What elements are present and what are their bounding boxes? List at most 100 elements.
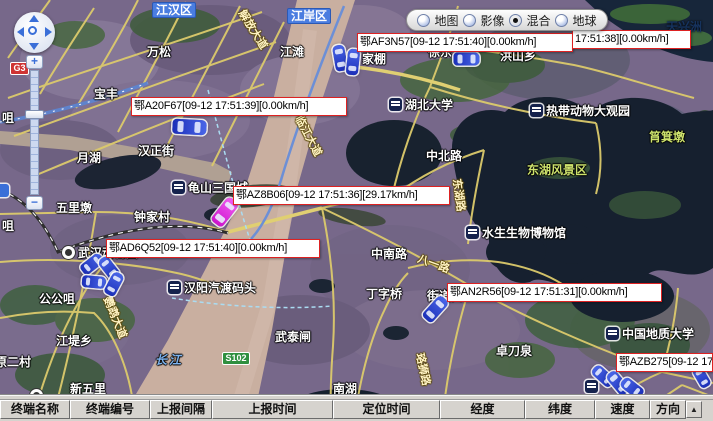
vehicle-marker-ad6q52-c[interactable] [82, 275, 107, 289]
layer-option-label: 地图 [434, 12, 458, 29]
map-label-汉正街: 汉正街 [138, 145, 174, 158]
map-label-江堤乡: 江堤乡 [56, 335, 92, 348]
vehicle-label-a20f67[interactable]: 鄂A20F67[09-12 17:51:39][0.00km/h] [131, 97, 347, 116]
map-label-江汉区: 江汉区 [152, 2, 196, 18]
map-label-text: 丁字桥 [366, 287, 402, 301]
map-label-text: 宝丰 [94, 87, 118, 101]
map-label-text: 咀 [2, 111, 14, 125]
map-label-长江: 长江 [155, 354, 183, 367]
map-label-text: 中北路 [426, 149, 462, 163]
map-label-五里墩: 五里墩 [56, 202, 92, 215]
vehicle-label-an2r56[interactable]: 鄂AN2R56[09-12 17:51:31][0.00km/h] [447, 283, 662, 302]
scenic-icon [172, 181, 185, 194]
map-label-text: 汉阳汽渡码头 [184, 281, 256, 295]
road-shield-S102: S102 [222, 352, 250, 365]
map-label-钟家村: 钟家村 [134, 211, 170, 224]
radio-icon[interactable] [463, 14, 476, 27]
column-header-终端编号[interactable]: 终端编号 [70, 400, 150, 419]
table-header-row: 终端名称终端编号上报间隔上报时间定位时间经度纬度速度方向▲ [0, 400, 713, 419]
map-label-中南路: 中南路 [371, 248, 407, 261]
map-label-筲箕墩: 筲箕墩 [649, 131, 685, 144]
layer-option-地图[interactable]: 地图 [417, 12, 458, 29]
vehicle-table-bar: 终端名称终端编号上报间隔上报时间定位时间经度纬度速度方向▲ [0, 394, 713, 421]
vehicle-label-azb275[interactable]: 鄂AZB275[09-12 17:5 [616, 353, 713, 372]
map-label-东湖风景区: 东湖风景区 [527, 164, 587, 177]
radio-icon[interactable] [555, 14, 568, 27]
map-label-text: 水生生物博物馆 [482, 226, 566, 240]
map-label-building [585, 380, 601, 394]
column-header-上报时间[interactable]: 上报时间 [212, 400, 333, 419]
radio-icon[interactable] [417, 14, 430, 27]
vehicle-label-clipped-top-right[interactable]: 17:51:38][0.00km/h] [572, 30, 691, 49]
map-label-text: 江堤乡 [56, 334, 92, 348]
vehicle-marker-xudong[interactable] [454, 53, 480, 66]
map-label-江滩: 江滩 [280, 46, 304, 59]
map-label-卓刀泉: 卓刀泉 [496, 345, 532, 358]
map-label-武泰闸: 武泰闸 [275, 331, 311, 344]
map-label-公公咀: 公公咀 [39, 293, 75, 306]
zoom-out-button[interactable]: − [26, 196, 43, 210]
column-header-经度[interactable]: 经度 [440, 400, 525, 419]
vehicle-marker-a20f67[interactable] [172, 119, 207, 136]
table-scroll-up-button[interactable]: ▲ [686, 401, 702, 418]
museum-icon [466, 226, 479, 239]
map-label-水生生物博物馆: 水生生物博物馆 [466, 226, 566, 240]
layer-option-影像[interactable]: 影像 [463, 12, 504, 29]
layer-option-混合[interactable]: 混合 [509, 12, 550, 29]
column-header-终端名称[interactable]: 终端名称 [0, 400, 70, 419]
zoo-icon [530, 104, 543, 117]
map-label-text: 江岸区 [291, 9, 327, 23]
vehicle-label-af3n57[interactable]: 鄂AF3N57[09-12 17:51:40][0.00km/h] [357, 33, 573, 52]
zoom-in-button[interactable]: + [26, 55, 43, 69]
map-label-热带动物大观园: 热带动物大观园 [530, 104, 630, 118]
map-label-text: 湖北大学 [405, 98, 453, 112]
map-label-text: 钟家村 [134, 210, 170, 224]
map-label-月湖: 月湖 [77, 152, 101, 165]
pan-right-icon[interactable] [45, 27, 52, 37]
school-icon [389, 98, 402, 111]
column-header-纬度[interactable]: 纬度 [525, 400, 595, 419]
vehicle-label-az8b06[interactable]: 鄂AZ8B06[09-12 17:51:36][29.17km/h] [233, 186, 450, 205]
map-label-text: 公公咀 [39, 292, 75, 306]
layer-option-地球[interactable]: 地球 [555, 12, 596, 29]
vehicle-label-ad6q52[interactable]: 鄂AD6Q52[09-12 17:51:40][0.00km/h] [106, 239, 320, 258]
map-label-中国地质大学: 中国地质大学 [606, 327, 694, 341]
zoom-slider-track[interactable] [30, 70, 39, 195]
map-label-text: 东湖风景区 [527, 163, 587, 177]
layer-option-label: 影像 [480, 12, 504, 29]
map-label-text: 筲箕墩 [649, 130, 685, 144]
map-label-咀: 咀 [2, 112, 14, 125]
layer-option-label: 混合 [526, 12, 550, 29]
layer-type-panel: 地图 影像 混合地球 [406, 9, 608, 31]
map-label-text: 江汉区 [156, 3, 192, 17]
map-label-blue-cut [0, 184, 12, 198]
map-label-丁字桥: 丁字桥 [366, 288, 402, 301]
blue-cut-icon [0, 184, 9, 197]
map-label-text: 卓刀泉 [496, 344, 532, 358]
map-label-咀: 咀 [2, 220, 14, 233]
pan-compass-control[interactable] [14, 12, 55, 53]
column-header-定位时间[interactable]: 定位时间 [333, 400, 440, 419]
pan-up-icon[interactable] [29, 15, 39, 22]
compass-center-icon[interactable] [28, 26, 37, 35]
column-header-方向[interactable]: 方向 [650, 400, 686, 419]
anchor-icon [168, 281, 181, 294]
map-label-text: 月湖 [77, 151, 101, 165]
map-label-text: 汉正街 [138, 144, 174, 158]
zoom-slider-thumb[interactable] [25, 110, 44, 119]
pan-down-icon[interactable] [29, 43, 39, 50]
pan-left-icon[interactable] [17, 27, 24, 37]
map-label-家棚: 家棚 [362, 53, 386, 66]
map-label-湖北大学: 湖北大学 [389, 98, 453, 112]
map-label-text: 万松 [147, 45, 171, 59]
tracking-map-window: 江汉区江岸区万松江滩宝丰汉正街月湖五里墩钟家村咀咀公公咀江堤乡原二村新五里长江武… [0, 0, 713, 421]
column-header-上报间隔[interactable]: 上报间隔 [150, 400, 212, 419]
map-label-text: 中南路 [371, 247, 407, 261]
column-header-速度[interactable]: 速度 [595, 400, 650, 419]
map-label-中北路: 中北路 [426, 150, 462, 163]
zoo-round-icon [62, 246, 75, 259]
radio-icon[interactable] [509, 14, 522, 27]
map-label-text: 长江 [155, 353, 183, 367]
map-label-text: 武泰闸 [275, 330, 311, 344]
map-label-text: 中国地质大学 [622, 327, 694, 341]
